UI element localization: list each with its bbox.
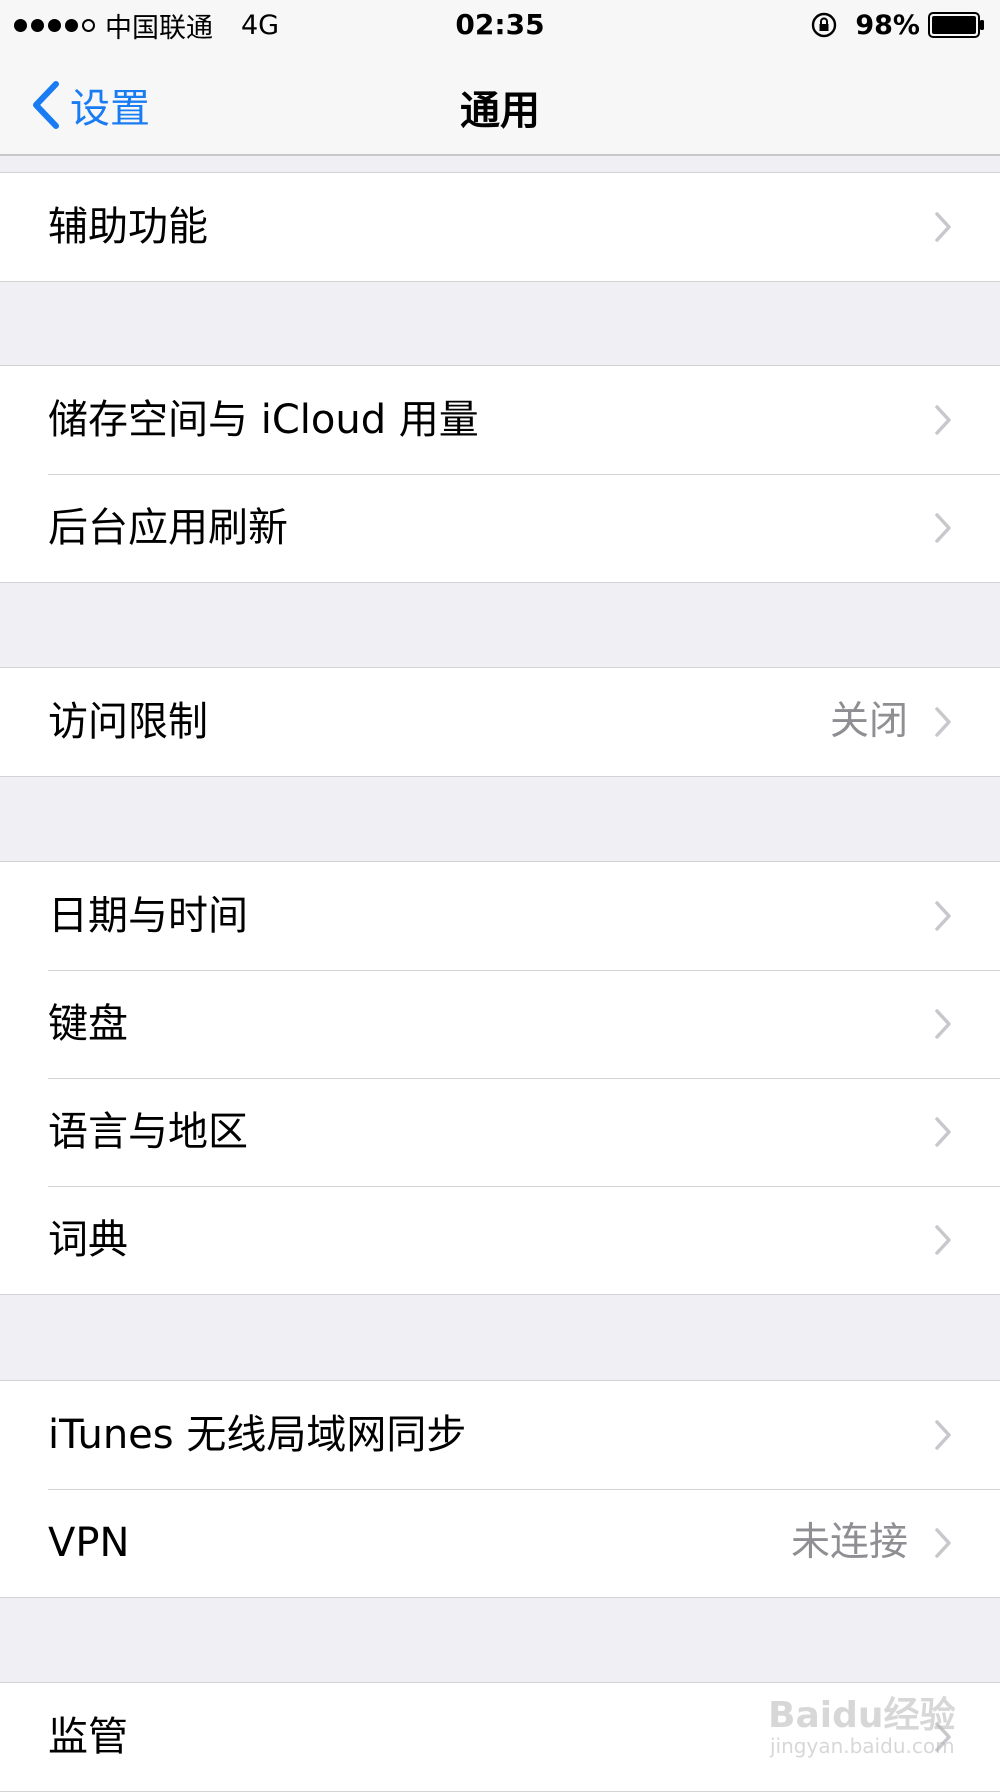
row-keyboard[interactable]: 键盘	[0, 970, 1000, 1078]
row-restrictions[interactable]: 访问限制 关闭	[0, 668, 1000, 776]
row-detail: 关闭	[829, 699, 908, 744]
row-language-region[interactable]: 语言与地区	[0, 1078, 1000, 1186]
chevron-right-icon	[935, 1117, 951, 1147]
settings-group-accessibility: 辅助功能	[0, 172, 1000, 282]
battery-percent: 98%	[855, 9, 920, 41]
chevron-right-icon	[935, 901, 951, 931]
navigation-bar: 设置 通用	[0, 50, 1000, 156]
row-label: 监管	[48, 1714, 128, 1760]
row-label: 辅助功能	[48, 204, 208, 250]
status-bar: 中国联通 4G 02:35 98%	[0, 0, 1000, 50]
settings-group-restrictions: 访问限制 关闭	[0, 667, 1000, 777]
row-label: iTunes 无线局域网同步	[48, 1412, 467, 1458]
chevron-right-icon	[935, 1009, 951, 1039]
row-label: 储存空间与 iCloud 用量	[48, 397, 479, 443]
chevron-right-icon	[935, 1225, 951, 1255]
settings-group-sync-vpn: iTunes 无线局域网同步 VPN 未连接	[0, 1380, 1000, 1598]
settings-group-storage: 储存空间与 iCloud 用量 后台应用刷新	[0, 365, 1000, 583]
settings-group-date-language: 日期与时间 键盘 语言与地区 词典	[0, 861, 1000, 1295]
chevron-right-icon	[935, 707, 951, 737]
watermark-text: Baidu经验	[768, 1695, 956, 1736]
row-vpn[interactable]: VPN 未连接	[0, 1489, 1000, 1597]
page-title: 通用	[460, 88, 540, 134]
row-background-refresh[interactable]: 后台应用刷新	[0, 474, 1000, 582]
chevron-right-icon	[935, 1420, 951, 1450]
status-right: 98%	[811, 8, 986, 42]
row-date-time[interactable]: 日期与时间	[0, 862, 1000, 970]
rotation-lock-icon	[812, 12, 837, 38]
row-dictionary[interactable]: 词典	[0, 1186, 1000, 1294]
row-label: 访问限制	[48, 699, 208, 745]
row-label: VPN	[48, 1520, 130, 1566]
chevron-right-icon	[935, 1528, 951, 1558]
row-label: 后台应用刷新	[48, 505, 288, 551]
row-detail: 未连接	[790, 1520, 908, 1565]
chevron-right-icon	[935, 513, 951, 543]
row-accessibility[interactable]: 辅助功能	[0, 173, 1000, 281]
chevron-right-icon	[935, 405, 951, 435]
battery-icon	[928, 12, 984, 38]
row-label: 语言与地区	[48, 1109, 248, 1155]
row-storage-icloud[interactable]: 储存空间与 iCloud 用量	[0, 366, 1000, 474]
baidu-watermark: Baidu经验 jingyan.baidu.com	[760, 1664, 970, 1764]
row-label: 日期与时间	[48, 893, 248, 939]
row-label: 词典	[48, 1217, 128, 1263]
watermark-subtext: jingyan.baidu.com	[770, 1734, 955, 1758]
row-label: 键盘	[48, 1001, 128, 1047]
row-itunes-wifi-sync[interactable]: iTunes 无线局域网同步	[0, 1381, 1000, 1489]
chevron-right-icon	[935, 212, 951, 242]
